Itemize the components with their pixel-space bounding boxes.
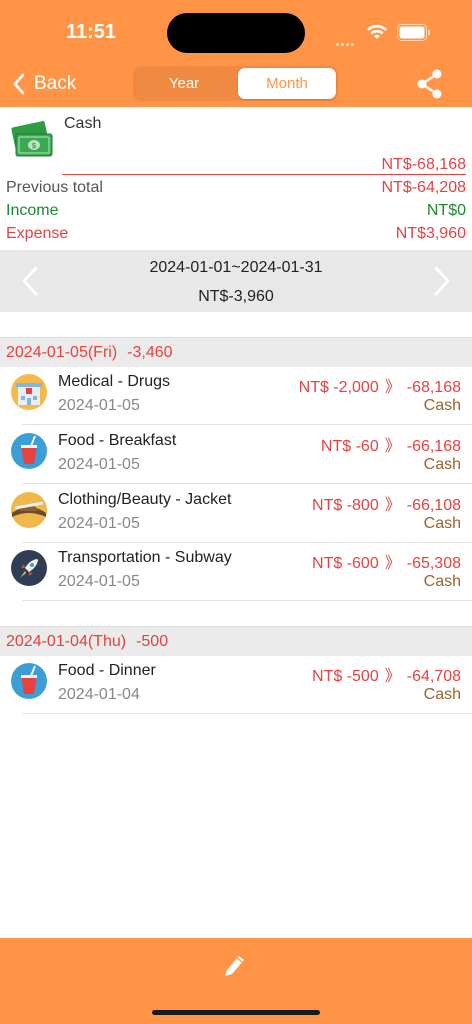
transaction-title: Medical - Drugs: [58, 373, 171, 390]
rocket-icon: [11, 550, 47, 586]
divider: [22, 483, 472, 484]
cash-icon: $: [11, 121, 53, 157]
transaction-date: 2024-01-04: [58, 686, 140, 703]
separator: 》: [384, 379, 401, 396]
income-value: NT$0: [426, 202, 466, 219]
running-balance: -65,308: [406, 555, 461, 572]
running-balance: -66,168: [406, 438, 461, 455]
wifi-icon: [367, 24, 387, 39]
home-indicator: [152, 1010, 320, 1015]
divider: [22, 600, 472, 601]
transaction-account: Cash: [423, 456, 461, 473]
back-button[interactable]: Back: [12, 70, 76, 98]
divider: [22, 713, 472, 714]
day-total: -3,460: [127, 344, 173, 361]
transaction-account: Cash: [423, 397, 461, 414]
battery-icon: [397, 24, 430, 41]
transaction-row[interactable]: Clothing/Beauty - Jacket 2024-01-05 NT$ …: [0, 485, 472, 543]
separator: 》: [384, 438, 401, 455]
transaction-amount: NT$ -60 》 -66,168: [321, 432, 461, 456]
income-row: Income NT$0: [6, 202, 466, 220]
separator: 》: [384, 555, 401, 572]
chevron-left-icon: [13, 73, 25, 95]
transaction-title: Food - Dinner: [58, 662, 156, 679]
pencil-icon[interactable]: [221, 950, 249, 978]
transaction-amount-value: NT$ -800: [312, 497, 379, 514]
transaction-row[interactable]: Transportation - Subway 2024-01-05 NT$ -…: [0, 543, 472, 601]
transaction-title: Food - Breakfast: [58, 432, 177, 449]
transaction-date: 2024-01-05: [58, 397, 140, 414]
day-total: -500: [136, 633, 169, 650]
status-time: 11:51: [66, 21, 117, 43]
day-header: 2024-01-05(Fri) -3,460: [0, 337, 472, 367]
transaction-row[interactable]: Food - Breakfast 2024-01-05 NT$ -60 》 -66,…: [0, 426, 472, 484]
account-balance: NT$-68,168: [381, 156, 467, 173]
svg-text:$: $: [32, 143, 36, 150]
transaction-account: Cash: [423, 686, 461, 703]
hat-icon: [11, 492, 47, 528]
period-total: NT$-3,960: [198, 288, 274, 305]
day-header: 2024-01-04(Thu) -500: [0, 626, 472, 656]
transaction-account: Cash: [423, 573, 461, 590]
segment-year[interactable]: Year: [135, 68, 233, 99]
transaction-row[interactable]: Food - Dinner 2024-01-04 NT$ -500 》 -64,70…: [0, 656, 472, 714]
transaction-row[interactable]: Medical - Drugs 2024-01-05 NT$ -2,000 》 -6…: [0, 367, 472, 425]
transaction-title: Transportation - Subway: [58, 549, 232, 566]
running-balance: -64,708: [406, 668, 461, 685]
expense-row: Expense NT$3,960: [6, 225, 466, 243]
divider: [22, 424, 472, 425]
transaction-amount: NT$ -800 》 -66,108: [312, 491, 461, 515]
previous-total-value: NT$-64,208: [381, 179, 467, 196]
account-name: Cash: [64, 115, 102, 132]
separator: 》: [384, 668, 401, 685]
transaction-date: 2024-01-05: [58, 456, 140, 473]
hospital-icon: [11, 374, 47, 410]
back-label: Back: [34, 73, 77, 94]
income-label: Income: [6, 202, 59, 219]
day-date: 2024-01-05(Fri): [6, 344, 118, 361]
transaction-title: Clothing/Beauty - Jacket: [58, 491, 232, 508]
day-date: 2024-01-04(Thu): [6, 633, 127, 650]
transaction-amount-value: NT$ -60: [320, 438, 379, 455]
share-icon[interactable]: [414, 68, 446, 100]
transaction-date: 2024-01-05: [58, 515, 140, 532]
transaction-account: Cash: [423, 515, 461, 532]
transaction-date: 2024-01-05: [58, 573, 140, 590]
running-balance: -66,108: [406, 497, 461, 514]
transaction-amount-value: NT$ -600: [312, 555, 379, 572]
transaction-amount-value: NT$ -500: [312, 668, 379, 685]
transaction-amount-value: NT$ -2,000: [298, 379, 379, 396]
transaction-amount: NT$ -2,000 》 -68,168: [299, 373, 461, 397]
expense-value: NT$3,960: [395, 225, 466, 242]
segment-month[interactable]: Month: [238, 68, 336, 99]
drink-icon: [11, 663, 47, 699]
divider: [62, 174, 466, 175]
previous-total-label: Previous total: [6, 179, 103, 196]
period-segmented-control: Year Month: [133, 66, 338, 101]
period-range: 2024-01-01~2024-01-31: [149, 259, 323, 276]
transaction-amount: NT$ -500 》 -64,708: [312, 662, 461, 686]
drink-icon: [11, 433, 47, 469]
transaction-amount: NT$ -600 》 -65,308: [312, 549, 461, 573]
expense-label: Expense: [6, 225, 69, 242]
signal-icon: [336, 33, 358, 46]
dynamic-island: [167, 13, 305, 53]
running-balance: -68,168: [406, 379, 461, 396]
previous-total-row: Previous total NT$-64,208: [6, 179, 466, 197]
separator: 》: [384, 497, 401, 514]
